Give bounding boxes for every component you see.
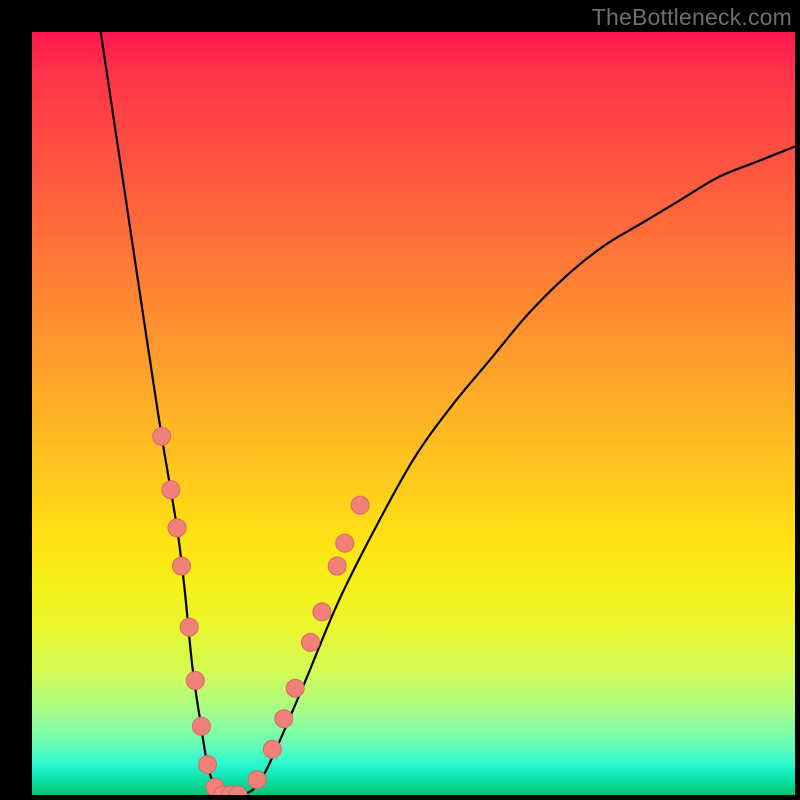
curve-marker: [162, 481, 180, 499]
curve-marker: [192, 717, 210, 735]
curve-marker: [168, 519, 186, 537]
chart-overlay: [32, 32, 795, 795]
curve-marker: [351, 496, 369, 514]
curve-marker: [180, 618, 198, 636]
curve-marker: [153, 427, 171, 445]
watermark-text: TheBottleneck.com: [592, 4, 792, 31]
curve-marker: [248, 771, 266, 789]
curve-marker: [275, 710, 293, 728]
curve-marker: [199, 756, 217, 774]
curve-markers: [153, 427, 369, 795]
curve-marker: [336, 534, 354, 552]
curve-marker: [186, 672, 204, 690]
curve-marker: [286, 679, 304, 697]
bottleneck-curve: [101, 32, 795, 795]
curve-marker: [313, 603, 331, 621]
chart-frame: TheBottleneck.com: [0, 0, 800, 800]
curve-marker: [328, 557, 346, 575]
curve-marker: [173, 557, 191, 575]
curve-marker: [263, 740, 281, 758]
curve-marker: [302, 633, 320, 651]
